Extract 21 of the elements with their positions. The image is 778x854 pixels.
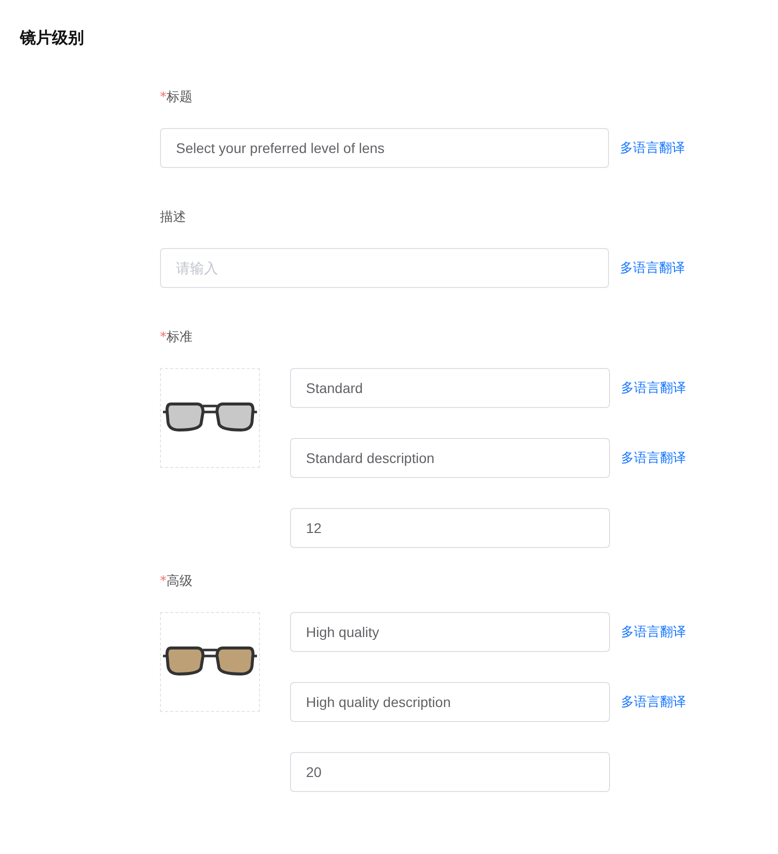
field-label: 描述	[160, 209, 187, 227]
field-label: *高级	[160, 573, 194, 591]
section-title: 镜片级别	[20, 28, 85, 48]
text-field[interactable]: 20	[290, 752, 610, 792]
translate-link[interactable]: 多语言翻译	[621, 449, 686, 467]
image-upload[interactable]	[160, 612, 260, 712]
text-field[interactable]: High quality description	[290, 682, 610, 722]
translate-link[interactable]: 多语言翻译	[620, 139, 685, 157]
translate-link[interactable]: 多语言翻译	[621, 379, 686, 397]
image-upload[interactable]	[160, 368, 260, 468]
translate-link[interactable]: 多语言翻译	[620, 259, 685, 277]
field-label: *标准	[160, 329, 194, 347]
text-field[interactable]: High quality	[290, 612, 610, 652]
text-field[interactable]: Standard	[290, 368, 610, 408]
field-label: *标题	[160, 89, 194, 107]
text-field[interactable]: Standard description	[290, 438, 610, 478]
text-field[interactable]: 请输入	[160, 248, 609, 288]
translate-link[interactable]: 多语言翻译	[621, 623, 686, 641]
text-field[interactable]: Select your preferred level of lens	[160, 128, 609, 168]
translate-link[interactable]: 多语言翻译	[621, 693, 686, 711]
text-field[interactable]: 12	[290, 508, 610, 548]
